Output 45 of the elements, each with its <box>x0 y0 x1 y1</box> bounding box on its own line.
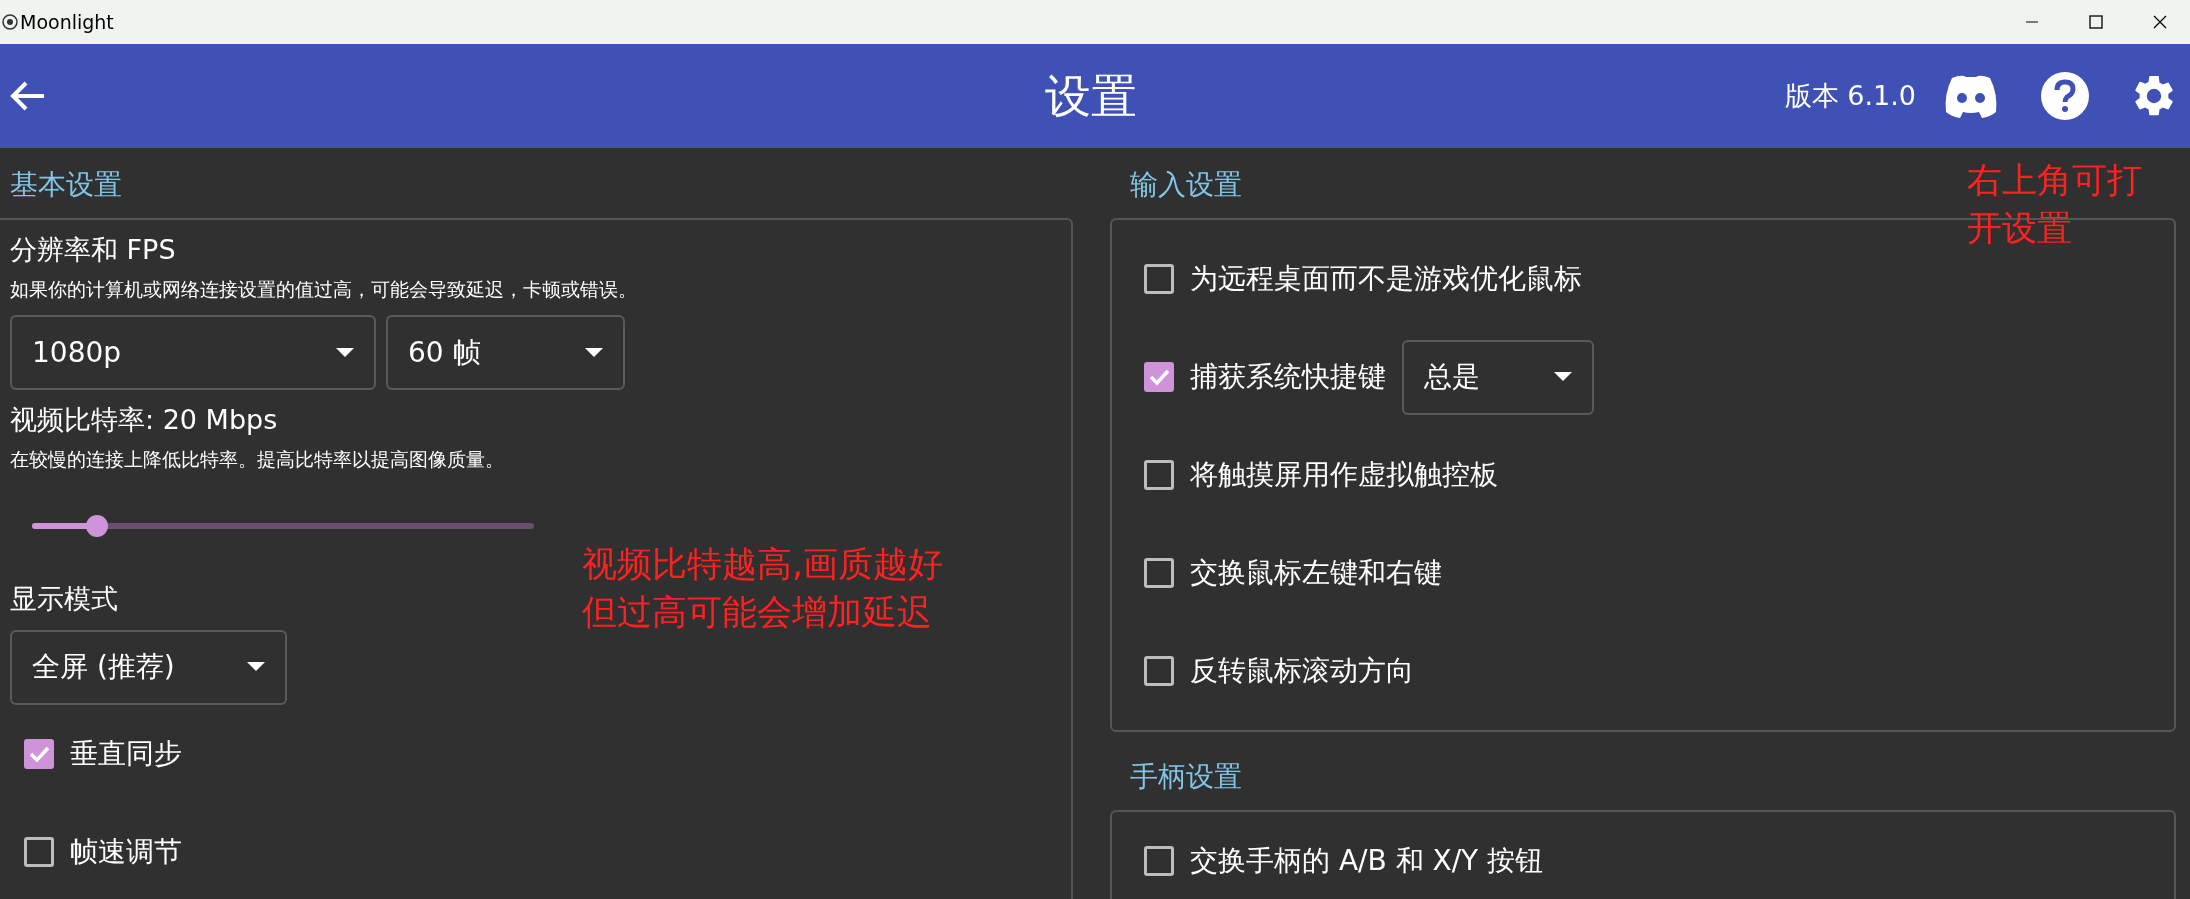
checkbox-label: 帧速调节 <box>70 833 182 870</box>
checkbox-label: 交换手柄的 A/B 和 X/Y 按钮 <box>1190 843 1544 879</box>
caret-icon <box>336 347 354 358</box>
checkbox-label: 交换鼠标左键和右键 <box>1190 555 1442 591</box>
annotation-text: 但过高可能会增加延迟 <box>582 591 933 634</box>
slider[interactable] <box>32 515 534 537</box>
checkbox-label: 垂直同步 <box>70 735 182 772</box>
version-label: 版本 6.1.0 <box>1784 78 1916 113</box>
annotation-text: 视频比特越高,画质越好 <box>582 543 944 586</box>
section-heading: 手柄设置 <box>1130 759 1243 795</box>
checkbox[interactable] <box>1144 846 1174 876</box>
checkbox[interactable] <box>24 738 54 769</box>
setting-label: 视频比特率: 20 Mbps <box>10 403 279 437</box>
dropdown[interactable]: 1080p <box>10 315 376 390</box>
setting-description: 在较慢的连接上降低比特率。提高比特率以提高图像质量。 <box>10 446 505 472</box>
setting-description: 如果你的计算机或网络连接设置的值过高，可能会导致延迟，卡顿或错误。 <box>10 276 638 302</box>
annotation-text: 开设置 <box>1967 207 2073 250</box>
window-title: Moonlight <box>20 9 114 35</box>
page-title: 设置 <box>1045 67 1137 125</box>
setting-label: 显示模式 <box>10 582 118 616</box>
dropdown[interactable]: 总是 <box>1402 339 1594 415</box>
setting-label: 分辨率和 FPS <box>10 233 177 267</box>
dropdown[interactable]: 全屏 (推荐) <box>10 629 287 705</box>
help-icon[interactable] <box>2040 71 2090 121</box>
slider-thumb[interactable] <box>86 515 109 537</box>
caret-icon <box>585 347 603 358</box>
dropdown[interactable]: 60 帧 <box>386 315 625 390</box>
section-heading: 输入设置 <box>1130 167 1242 203</box>
checkbox[interactable] <box>1144 362 1174 392</box>
close-icon[interactable] <box>2152 14 2168 30</box>
checkbox-label: 反转鼠标滚动方向 <box>1190 653 1414 689</box>
checkbox[interactable] <box>1144 460 1174 490</box>
checkbox-label: 为远程桌面而不是游戏优化鼠标 <box>1190 261 1582 297</box>
checkbox-label: 捕获系统快捷键 <box>1190 359 1386 395</box>
section-heading: 基本设置 <box>10 167 123 203</box>
maximize-icon[interactable] <box>2088 14 2104 30</box>
annotation-text: 右上角可打 <box>1967 159 2142 202</box>
checkbox[interactable] <box>24 836 54 867</box>
checkbox[interactable] <box>1144 558 1174 588</box>
checkbox[interactable] <box>1144 656 1174 686</box>
app-logo-icon <box>2 14 18 30</box>
caret-icon <box>247 662 265 672</box>
caret-icon <box>1554 372 1572 382</box>
checkbox-label: 将触摸屏用作虚拟触控板 <box>1190 457 1498 493</box>
checkbox[interactable] <box>1144 264 1174 294</box>
